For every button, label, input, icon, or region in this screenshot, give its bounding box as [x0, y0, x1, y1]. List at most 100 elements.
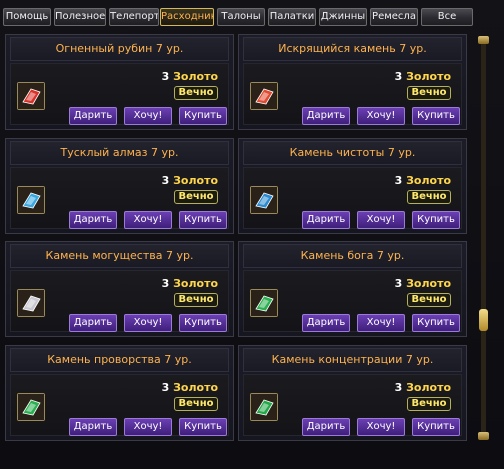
buy-button[interactable]: Купить [412, 314, 460, 332]
item-body: 3 Золото Вечно Дарить Хочу! Купить [243, 270, 462, 332]
item-title: Тусклый алмаз 7 ур. [10, 141, 229, 165]
duration-badge: Вечно [174, 397, 218, 411]
tab-crafts[interactable]: Ремесла [370, 8, 418, 26]
item-title: Камень чистоты 7 ур. [243, 141, 462, 165]
gem-icon[interactable] [250, 82, 278, 110]
item-body: 3 Золото Вечно Дарить Хочу! Купить [10, 270, 229, 332]
price-amount: 3 [394, 174, 403, 187]
price-amount: 3 [394, 277, 403, 290]
duration-badge: Вечно [174, 86, 218, 100]
gem-icon[interactable] [17, 393, 45, 421]
gift-button[interactable]: Дарить [302, 314, 350, 332]
buy-button[interactable]: Купить [412, 418, 460, 436]
duration-badge: Вечно [407, 397, 451, 411]
item-card: Камень чистоты 7 ур. 3 Золото Вечно Дарить Х… [238, 138, 467, 234]
item-title: Камень концентрации 7 ур. [243, 348, 462, 372]
tab-consumables[interactable]: Расходники [160, 8, 214, 26]
gift-button[interactable]: Дарить [69, 211, 117, 229]
price-label: 3 Золото [395, 381, 451, 394]
gem-icon[interactable] [250, 186, 278, 214]
gift-button[interactable]: Дарить [69, 314, 117, 332]
price-currency: Золото [173, 277, 218, 290]
item-card: Камень бога 7 ур. 3 Золото Вечно Дарить Хочу… [238, 241, 467, 337]
duration-badge: Вечно [174, 293, 218, 307]
scrollbar-track[interactable] [481, 40, 486, 435]
price-label: 3 Золото [395, 277, 451, 290]
price-label: 3 Золото [162, 277, 218, 290]
want-button[interactable]: Хочу! [124, 314, 172, 332]
item-title: Камень бога 7 ур. [243, 244, 462, 268]
buy-button[interactable]: Купить [179, 107, 227, 125]
item-body: 3 Золото Вечно Дарить Хочу! Купить [10, 374, 229, 436]
gift-button[interactable]: Дарить [69, 418, 117, 436]
price-label: 3 Золото [395, 174, 451, 187]
scroll-up-arrow[interactable] [478, 36, 489, 44]
tab-all[interactable]: Все [421, 8, 473, 26]
price-label: 3 Золото [395, 70, 451, 83]
item-card: Тусклый алмаз 7 ур. 3 Золото Вечно Дарить Хо… [5, 138, 234, 234]
gem-icon-graphic [18, 83, 44, 109]
item-card: Камень концентрации 7 ур. 3 Золото Вечно Да… [238, 345, 467, 441]
gem-icon[interactable] [17, 289, 45, 317]
item-body: 3 Золото Вечно Дарить Хочу! Купить [243, 63, 462, 125]
gift-button[interactable]: Дарить [302, 211, 350, 229]
gem-icon[interactable] [17, 186, 45, 214]
gem-icon[interactable] [250, 289, 278, 317]
gift-button[interactable]: Дарить [302, 418, 350, 436]
price-amount: 3 [394, 70, 403, 83]
price-currency: Золото [406, 381, 451, 394]
item-body: 3 Золото Вечно Дарить Хочу! Купить [10, 63, 229, 125]
buy-button[interactable]: Купить [179, 314, 227, 332]
gift-button[interactable]: Дарить [69, 107, 117, 125]
price-currency: Золото [173, 174, 218, 187]
price-currency: Золото [406, 277, 451, 290]
buy-button[interactable]: Купить [179, 211, 227, 229]
buy-button[interactable]: Купить [179, 418, 227, 436]
item-title: Огненный рубин 7 ур. [10, 37, 229, 61]
duration-badge: Вечно [174, 190, 218, 204]
gift-button[interactable]: Дарить [302, 107, 350, 125]
duration-badge: Вечно [407, 190, 451, 204]
want-button[interactable]: Хочу! [124, 107, 172, 125]
gem-icon-graphic [251, 394, 277, 420]
gem-icon[interactable] [17, 82, 45, 110]
want-button[interactable]: Хочу! [124, 211, 172, 229]
gem-icon-graphic [251, 83, 277, 109]
buy-button[interactable]: Купить [412, 107, 460, 125]
item-title: Камень могущества 7 ур. [10, 244, 229, 268]
gem-icon-graphic [18, 290, 44, 316]
want-button[interactable]: Хочу! [357, 107, 405, 125]
tab-teleport[interactable]: Телепорт [109, 8, 159, 26]
item-title: Искрящийся камень 7 ур. [243, 37, 462, 61]
gem-icon-graphic [18, 394, 44, 420]
scroll-down-arrow[interactable] [478, 432, 489, 440]
want-button[interactable]: Хочу! [357, 314, 405, 332]
price-amount: 3 [161, 70, 170, 83]
buy-button[interactable]: Купить [412, 211, 460, 229]
tab-coupons[interactable]: Талоны [217, 8, 265, 26]
tab-genies[interactable]: Джинны [319, 8, 367, 26]
tab-useful[interactable]: Полезное [54, 8, 106, 26]
item-card: Камень проворства 7 ур. 3 Золото Вечно Дари… [5, 345, 234, 441]
want-button[interactable]: Хочу! [357, 418, 405, 436]
tab-tents[interactable]: Палатки [268, 8, 316, 26]
price-amount: 3 [161, 277, 170, 290]
price-label: 3 Золото [162, 70, 218, 83]
gem-icon[interactable] [250, 393, 278, 421]
gem-icon-graphic [18, 187, 44, 213]
price-label: 3 Золото [162, 381, 218, 394]
gem-icon-graphic [251, 290, 277, 316]
item-card: Искрящийся камень 7 ур. 3 Золото Вечно Дари… [238, 34, 467, 130]
price-amount: 3 [161, 381, 170, 394]
want-button[interactable]: Хочу! [357, 211, 405, 229]
price-currency: Золото [173, 381, 218, 394]
duration-badge: Вечно [407, 86, 451, 100]
scrollbar-thumb[interactable] [479, 309, 488, 331]
item-title: Камень проворства 7 ур. [10, 348, 229, 372]
price-label: 3 Золото [162, 174, 218, 187]
duration-badge: Вечно [407, 293, 451, 307]
price-currency: Золото [173, 70, 218, 83]
tab-help[interactable]: Помощь [3, 8, 51, 26]
item-body: 3 Золото Вечно Дарить Хочу! Купить [243, 374, 462, 436]
want-button[interactable]: Хочу! [124, 418, 172, 436]
